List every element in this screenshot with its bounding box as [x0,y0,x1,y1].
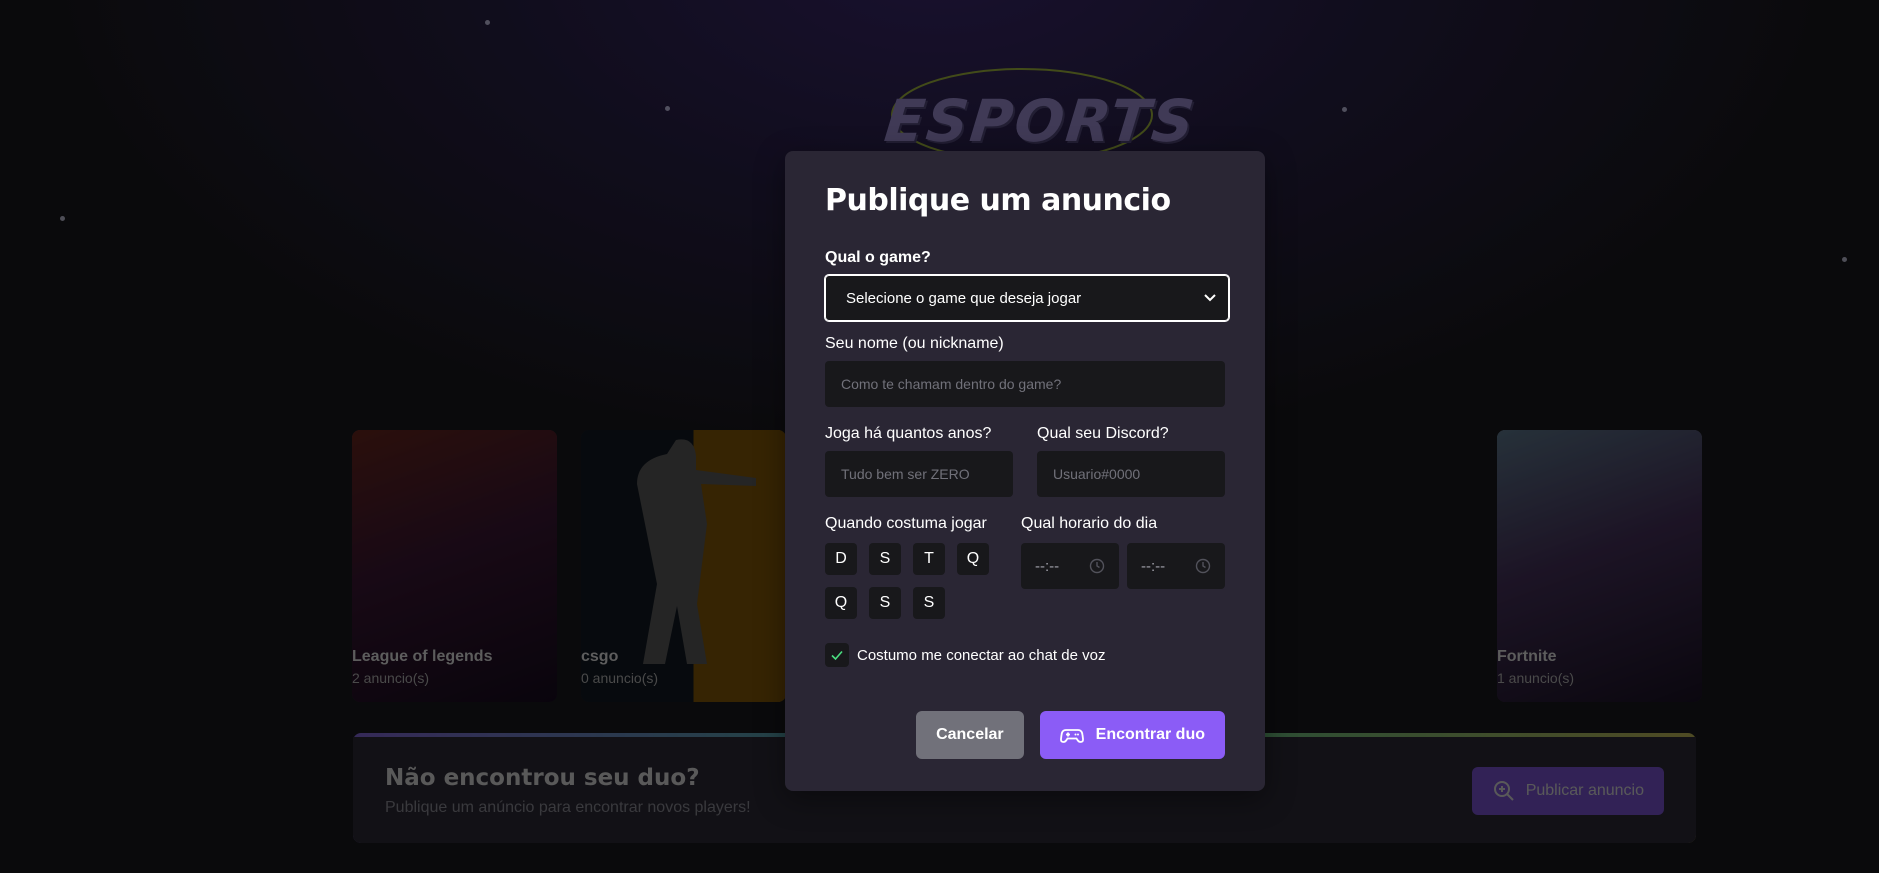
hour-start-value: --:-- [1035,557,1060,575]
voice-chat-checkbox[interactable] [825,643,849,667]
game-select[interactable]: Selecione o game que deseja jogar [824,274,1230,322]
days-label: Quando costuma jogar [825,515,987,532]
hour-end-input[interactable]: --:-- [1127,543,1225,589]
modal-actions: Cancelar Encontrar duo [916,711,1225,759]
schedule-row: Quando costuma jogar D S T Q Q S S Qual … [825,515,1225,619]
weekday-toggle-group: D S T Q Q S S [825,543,993,619]
weekday-toggle-sunday[interactable]: D [825,543,857,575]
name-label: Seu nome (ou nickname) [825,335,1004,352]
hours-inputs: --:-- --:-- [1021,543,1225,589]
game-controller-icon [1059,729,1084,743]
discord-label: Qual seu Discord? [1037,425,1169,442]
weekday-toggle-friday[interactable]: S [869,587,901,619]
weekday-toggle-monday[interactable]: S [869,543,901,575]
weekday-toggle-thursday[interactable]: Q [825,587,857,619]
find-duo-label: Encontrar duo [1095,726,1205,743]
game-label: Qual o game? [825,249,931,266]
cancel-label: Cancelar [936,726,1004,743]
clock-icon [1195,558,1211,574]
weekday-toggle-saturday[interactable]: S [913,587,945,619]
chevron-down-icon [1204,294,1216,302]
hour-start-input[interactable]: --:-- [1021,543,1119,589]
name-field: Seu nome (ou nickname) Como te chamam de… [825,335,1225,407]
hour-end-value: --:-- [1141,557,1166,575]
game-field: Qual o game? Selecione o game que deseja… [824,249,1230,322]
voice-chat-label: Costumo me conectar ao chat de voz [857,646,1106,664]
hours-label: Qual horario do dia [1021,515,1158,532]
name-input[interactable]: Como te chamam dentro do game? [825,361,1225,407]
weekday-toggle-tuesday[interactable]: T [913,543,945,575]
hours-field: Qual horario do dia --:-- --:-- [1021,515,1225,619]
game-select-value: Selecione o game que deseja jogar [846,289,1082,307]
clock-icon [1089,558,1105,574]
years-field: Joga há quantos anos? Tudo bem ser ZERO [825,425,1013,497]
years-input[interactable]: Tudo bem ser ZERO [825,451,1013,497]
years-discord-row: Joga há quantos anos? Tudo bem ser ZERO … [825,425,1225,497]
discord-field: Qual seu Discord? Usuario#0000 [1037,425,1225,497]
cancel-button[interactable]: Cancelar [916,711,1024,759]
years-label: Joga há quantos anos? [825,425,992,442]
check-icon [831,650,843,661]
days-field: Quando costuma jogar D S T Q Q S S [825,515,993,619]
discord-input[interactable]: Usuario#0000 [1037,451,1225,497]
find-duo-button[interactable]: Encontrar duo [1039,711,1225,759]
voice-chat-option: Costumo me conectar ao chat de voz [825,643,1225,667]
modal-title: Publique um anuncio [825,183,1171,218]
weekday-toggle-wednesday[interactable]: Q [957,543,989,575]
create-ad-modal: Publique um anuncio Qual o game? Selecio… [785,151,1265,791]
